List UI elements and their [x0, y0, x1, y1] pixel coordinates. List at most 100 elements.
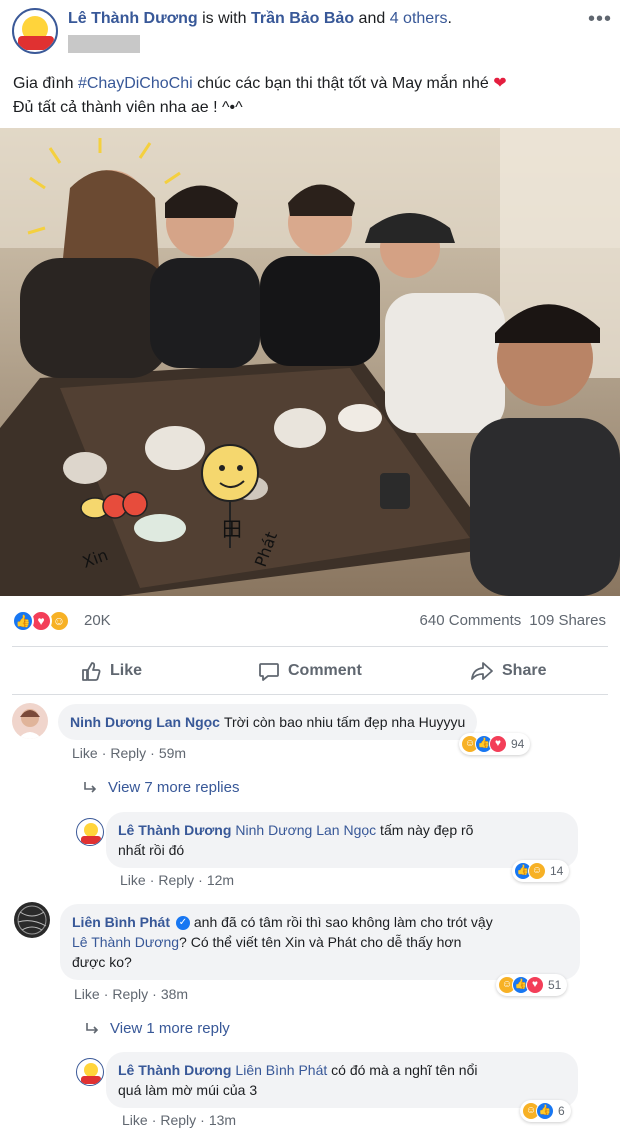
- commenter-avatar[interactable]: [14, 902, 50, 938]
- comment-text: Trời còn bao nhiu tấm đẹp nha Huyyyu: [223, 714, 466, 730]
- reply-reactions[interactable]: 👍 ☺ 14: [512, 860, 570, 882]
- others-link[interactable]: 4 others: [390, 10, 448, 27]
- share-arrow-icon: [471, 662, 493, 680]
- reply-author-link[interactable]: Lê Thành Dương: [118, 822, 231, 838]
- reply-avatar[interactable]: [76, 818, 104, 846]
- comment-text: ? Có thể viết tên Xin và Phát cho dễ thấ…: [179, 934, 462, 950]
- view-more-label: View 1 more reply: [110, 1020, 230, 1037]
- period: .: [447, 10, 452, 27]
- avatar-illustration: [18, 709, 42, 739]
- comments-count-link[interactable]: 640 Comments: [420, 612, 522, 629]
- avatar-illustration: [81, 823, 101, 844]
- view-more-replies-link[interactable]: View 7 more replies: [82, 779, 239, 796]
- heart-emoji: ❤: [493, 75, 507, 92]
- reply-time[interactable]: 13m: [209, 1112, 236, 1128]
- reply-bubble: Lê Thành Dương Liên Bình Phát có đó mà a …: [106, 1052, 578, 1108]
- comment-time[interactable]: 38m: [161, 986, 188, 1002]
- comment-reactions[interactable]: ☺ 👍 ♥ 94: [459, 733, 531, 755]
- like-button[interactable]: Like: [80, 660, 142, 684]
- comment-time[interactable]: 59m: [159, 745, 186, 761]
- commenter-name-link[interactable]: Ninh Dương Lan Ngọc: [70, 714, 220, 730]
- verified-badge-icon: ✓: [176, 916, 190, 931]
- reply-arrow-icon: [84, 782, 97, 793]
- reply-like-link[interactable]: Like: [120, 872, 146, 888]
- reaction-count[interactable]: 20K: [84, 612, 111, 629]
- reply-text: có đó mà a nghĩ tên nổi: [327, 1062, 478, 1078]
- reply-meta: Like · Reply · 13m: [122, 1112, 237, 1128]
- share-button[interactable]: Share: [470, 660, 546, 684]
- thumbs-up-icon: [82, 662, 101, 681]
- author-name-link[interactable]: Lê Thành Dương: [68, 10, 198, 27]
- haha-icon: ☺: [528, 862, 546, 880]
- comment-reply-link[interactable]: Reply: [110, 745, 146, 761]
- tagged-friend-link[interactable]: Trần Bảo Bảo: [251, 10, 354, 27]
- and-text: and: [354, 10, 390, 27]
- post-header: Lê Thành Dương is with Trần Bảo Bảo and …: [0, 0, 620, 60]
- reply-text: tấm này đẹp rõ: [376, 822, 474, 838]
- comment-text: anh đã có tâm rồi thì sao không làm cho …: [193, 914, 493, 930]
- group-photo-illustration: 田 Xin Phát: [0, 128, 620, 596]
- comment-meta: Like · Reply · 59m: [72, 745, 187, 761]
- comment-like-link[interactable]: Like: [72, 745, 98, 761]
- author-avatar[interactable]: [12, 8, 58, 54]
- reply-meta: Like · Reply · 12m: [120, 872, 235, 888]
- comment-text: được ko?: [72, 954, 132, 970]
- divider: [12, 646, 608, 647]
- comment-like-link[interactable]: Like: [74, 986, 100, 1002]
- comment-reply-link[interactable]: Reply: [112, 986, 148, 1002]
- comment-icon: [259, 663, 279, 681]
- mention-link[interactable]: Ninh Dương Lan Ngọc: [235, 822, 376, 838]
- reaction-stats: 👍 ♥ ☺ 20K 640 Comments 109 Shares: [0, 604, 620, 636]
- like-icon: 👍: [536, 1102, 554, 1120]
- reply-reactions[interactable]: ☺ 👍 6: [520, 1100, 571, 1122]
- view-more-label: View 7 more replies: [108, 779, 240, 796]
- reply-text-line-2: nhất rồi đó: [118, 842, 185, 858]
- shirt-doodle: 田: [222, 517, 242, 541]
- more-options-icon[interactable]: •••: [588, 8, 612, 31]
- caption-line-2: Đủ tất cả thành viên nha ae ! ^•^: [13, 99, 243, 116]
- reply-author-link[interactable]: Lê Thành Dương: [118, 1062, 231, 1078]
- comment-bubble: Liên Bình Phát ✓ anh đã có tâm rồi thì sa…: [60, 904, 580, 980]
- reaction-count: 94: [511, 737, 525, 751]
- avatar-illustration: [81, 1063, 101, 1084]
- stats-right: 640 Comments 109 Shares: [412, 612, 606, 629]
- reply-text-line-2: quá làm mờ múi của 3: [118, 1082, 258, 1098]
- caption-text: chúc các bạn thi thật tốt và May mắn nhé: [192, 75, 494, 92]
- reply-time[interactable]: 12m: [207, 872, 234, 888]
- love-icon: ♥: [526, 976, 544, 994]
- reply-avatar[interactable]: [76, 1058, 104, 1086]
- facebook-post: Lê Thành Dương is with Trần Bảo Bảo and …: [0, 0, 620, 1134]
- commenter-name-link[interactable]: Liên Bình Phát: [72, 914, 170, 930]
- mention-link[interactable]: Lê Thành Dương: [72, 934, 179, 950]
- with-text: is with: [197, 10, 251, 27]
- reaction-count: 6: [558, 1104, 565, 1118]
- post-timestamp-redacted: [68, 35, 140, 53]
- share-label: Share: [502, 662, 547, 680]
- reply-bubble: Lê Thành Dương Ninh Dương Lan Ngọc tấm nà…: [106, 812, 578, 868]
- comment-button[interactable]: Comment: [258, 660, 362, 684]
- comment-label: Comment: [288, 662, 362, 680]
- like-label: Like: [110, 662, 143, 680]
- comment-meta: Like · Reply · 38m: [74, 986, 189, 1002]
- divider: [12, 694, 608, 695]
- action-bar: Like Comment Share: [0, 652, 620, 692]
- reply-reply-link[interactable]: Reply: [158, 872, 194, 888]
- hashtag-link[interactable]: #ChayDiChoChi: [78, 75, 193, 92]
- commenter-avatar[interactable]: [12, 703, 48, 739]
- avatar-illustration: [17, 905, 47, 935]
- mention-link[interactable]: Liên Bình Phát: [235, 1062, 327, 1078]
- love-icon: ♥: [489, 735, 507, 753]
- post-photo[interactable]: 田 Xin Phát: [0, 128, 620, 596]
- view-more-replies-link[interactable]: View 1 more reply: [84, 1020, 230, 1037]
- reaction-count: 14: [550, 864, 564, 878]
- shares-count-link[interactable]: 109 Shares: [529, 612, 606, 629]
- comment-bubble: Ninh Dương Lan Ngọc Trời còn bao nhiu tấm…: [58, 704, 478, 740]
- reply-like-link[interactable]: Like: [122, 1112, 148, 1128]
- caption-text: Gia đình: [13, 75, 78, 92]
- post-title: Lê Thành Dương is with Trần Bảo Bảo and …: [68, 10, 452, 28]
- like-icon: 👍: [12, 610, 34, 632]
- reply-reply-link[interactable]: Reply: [160, 1112, 196, 1128]
- comment-reactions[interactable]: ☺ 👍 ♥ 51: [496, 974, 568, 996]
- post-caption: Gia đình #ChayDiChoChi chúc các bạn thi …: [13, 72, 608, 120]
- reply-arrow-icon: [86, 1023, 99, 1034]
